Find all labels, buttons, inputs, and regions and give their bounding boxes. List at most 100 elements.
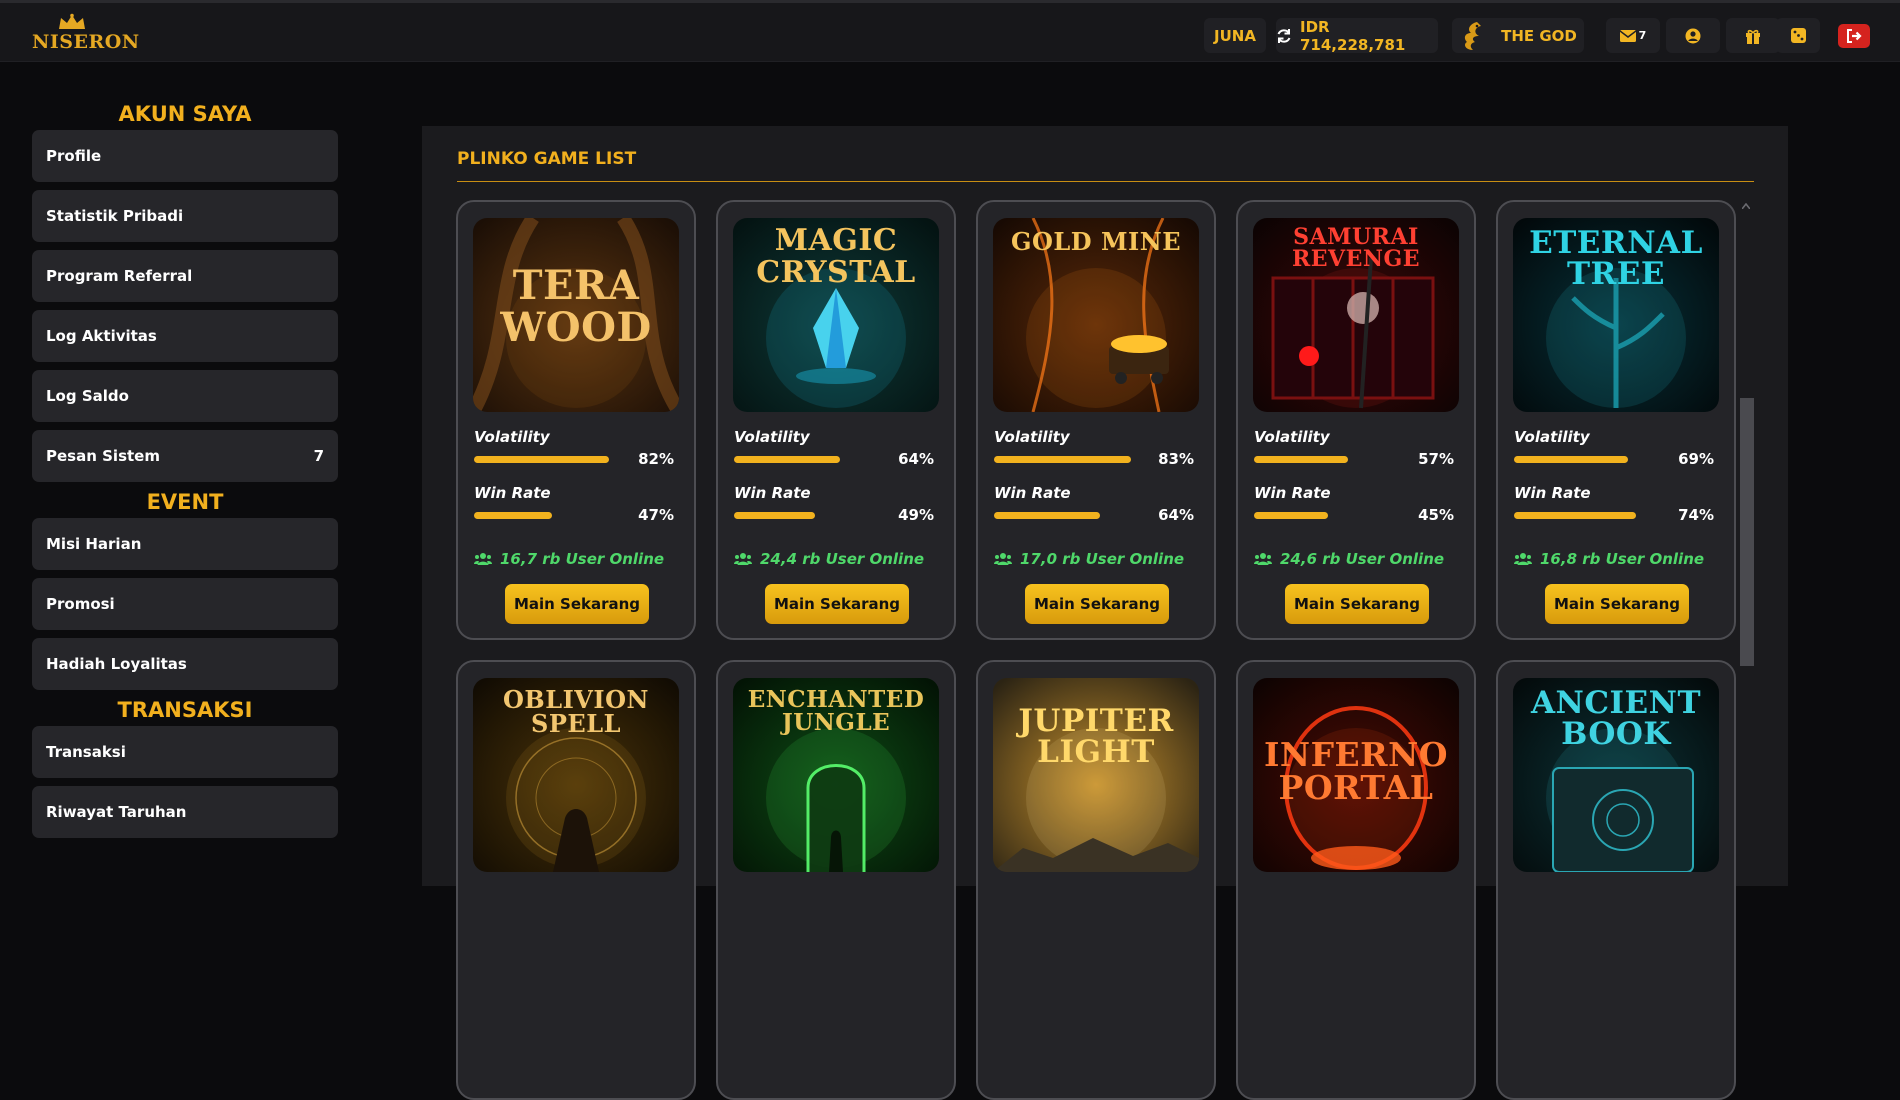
volatility-label: Volatility	[994, 428, 1070, 446]
game-title-line1: ANCIENT	[1530, 685, 1702, 721]
game-thumbnail[interactable]: ETERNAL TREE	[1513, 218, 1719, 412]
game-list-panel: PLINKO GAME LIST TERA WOOD Volatility 82…	[422, 126, 1788, 1100]
sidebar-item-promotions[interactable]: Promosi	[32, 578, 338, 630]
play-now-button[interactable]: Main Sekarang	[1285, 584, 1429, 624]
win-rate-bar	[994, 512, 1100, 519]
game-title-line2: JUNGLE	[781, 709, 891, 736]
game-card[interactable]: JUPITER LIGHT	[976, 660, 1216, 1100]
volatility-bar	[994, 456, 1131, 463]
site-logo[interactable]: NISERON	[32, 13, 140, 57]
game-thumbnail[interactable]: GOLD MINE	[993, 218, 1199, 412]
game-card[interactable]: GOLD MINE Volatility 83% Win Rate 64% 17…	[976, 200, 1216, 640]
sidebar-item-loyalty-rewards[interactable]: Hadiah Loyalitas	[32, 638, 338, 690]
online-users-text: 17,0 rb User Online	[1020, 550, 1185, 568]
game-card[interactable]: ANCIENT BOOK	[1496, 660, 1736, 1100]
volatility-label: Volatility	[1254, 428, 1330, 446]
online-users: 17,0 rb User Online	[994, 550, 1184, 568]
username: JUNA	[1214, 26, 1256, 45]
gift-button[interactable]	[1726, 18, 1780, 53]
username-pill[interactable]: JUNA	[1204, 18, 1266, 53]
volatility-label: Volatility	[734, 428, 810, 446]
game-title-line2: CRYSTAL	[756, 255, 916, 290]
dragon-icon	[1465, 21, 1482, 50]
sidebar-item-label: Misi Harian	[46, 535, 142, 553]
game-title-line1: TERA	[512, 262, 640, 309]
sidebar-item-label: Transaksi	[46, 743, 126, 761]
sidebar-item-label: Log Aktivitas	[46, 327, 157, 345]
sidebar-item-transactions[interactable]: Transaksi	[32, 726, 338, 778]
play-now-button[interactable]: Main Sekarang	[505, 584, 649, 624]
logo-text: NISERON	[32, 31, 140, 53]
game-card[interactable]: TERA WOOD Volatility 82% Win Rate 47% 16…	[456, 200, 696, 640]
play-now-button[interactable]: Main Sekarang	[765, 584, 909, 624]
game-card[interactable]: OBLIVION SPELL	[456, 660, 696, 1100]
game-thumbnail[interactable]: INFERNO PORTAL	[1253, 678, 1459, 872]
sidebar-item-referral[interactable]: Program Referral	[32, 250, 338, 302]
sidebar-item-system-messages[interactable]: Pesan Sistem 7	[32, 430, 338, 482]
title-divider	[457, 181, 1754, 182]
dice-button[interactable]	[1776, 18, 1820, 53]
game-card[interactable]: INFERNO PORTAL	[1236, 660, 1476, 1100]
game-thumbnail[interactable]: OBLIVION SPELL	[473, 678, 679, 872]
game-title-line1: ENCHANTED	[747, 686, 925, 713]
play-now-button[interactable]: Main Sekarang	[1025, 584, 1169, 624]
game-thumbnail[interactable]: TERA WOOD	[473, 218, 679, 412]
game-card[interactable]: SAMURAI REVENGE Volatility 57% Win Rate …	[1236, 200, 1476, 640]
balance-pill[interactable]: IDR 714,228,781	[1276, 18, 1438, 54]
scroll-up-icon[interactable]	[1742, 203, 1750, 209]
game-title-line1: GOLD MINE	[1011, 227, 1181, 256]
section-title-event: EVENT	[146, 490, 224, 514]
dice-icon	[1790, 28, 1806, 43]
game-thumbnail[interactable]: ANCIENT BOOK	[1513, 678, 1719, 872]
mail-icon	[1619, 29, 1636, 42]
rank-pill[interactable]: THE GOD	[1452, 18, 1584, 53]
win-rate-label: Win Rate	[474, 484, 551, 502]
rank-name: THE GOD	[1501, 26, 1577, 45]
game-card[interactable]: ENCHANTED JUNGLE	[716, 660, 956, 1100]
win-rate-bar	[474, 512, 552, 519]
sidebar-item-profile[interactable]: Profile	[32, 130, 338, 182]
users-icon	[994, 553, 1012, 565]
game-title: ENCHANTED JUNGLE	[733, 688, 939, 734]
game-thumbnail[interactable]: JUPITER LIGHT	[993, 678, 1199, 872]
game-card[interactable]: MAGIC CRYSTAL Volatility 64% Win Rate 49…	[716, 200, 956, 640]
game-title: INFERNO PORTAL	[1253, 738, 1459, 804]
win-rate-label: Win Rate	[734, 484, 811, 502]
game-title: SAMURAI REVENGE	[1253, 226, 1459, 270]
message-count-badge: 7	[313, 447, 324, 465]
volatility-bar	[1514, 456, 1628, 463]
game-thumbnail[interactable]: ENCHANTED JUNGLE	[733, 678, 939, 872]
sidebar-item-daily-missions[interactable]: Misi Harian	[32, 518, 338, 570]
volatility-value: 64%	[898, 450, 934, 468]
game-title: JUPITER LIGHT	[993, 706, 1199, 768]
online-users-text: 24,4 rb User Online	[760, 550, 925, 568]
game-title: OBLIVION SPELL	[473, 688, 679, 736]
logout-button[interactable]	[1838, 24, 1870, 48]
scrollbar-thumb[interactable]	[1740, 398, 1754, 666]
sidebar-item-personal-stats[interactable]: Statistik Pribadi	[32, 190, 338, 242]
play-now-button[interactable]: Main Sekarang	[1545, 584, 1689, 624]
sidebar-item-balance-log[interactable]: Log Saldo	[32, 370, 338, 422]
users-icon	[474, 553, 492, 565]
win-rate-value: 49%	[898, 506, 934, 524]
game-card[interactable]: ETERNAL TREE Volatility 69% Win Rate 74%…	[1496, 200, 1736, 640]
sidebar-item-label: Pesan Sistem	[46, 447, 160, 465]
game-title-line1: MAGIC	[774, 223, 898, 258]
messages-button[interactable]: 7	[1606, 18, 1660, 53]
win-rate-bar	[1514, 512, 1636, 519]
logout-icon	[1847, 29, 1862, 43]
section-title-transaction: TRANSAKSI	[117, 698, 253, 722]
win-rate-value: 64%	[1158, 506, 1194, 524]
game-thumbnail[interactable]: MAGIC CRYSTAL	[733, 218, 939, 412]
section-title-account: AKUN SAYA	[118, 102, 252, 126]
game-title-line2: LIGHT	[1037, 734, 1155, 770]
online-users: 24,4 rb User Online	[734, 550, 924, 568]
game-title-line2: BOOK	[1561, 716, 1671, 752]
refresh-icon[interactable]	[1276, 28, 1292, 44]
sidebar-item-activity-log[interactable]: Log Aktivitas	[32, 310, 338, 362]
game-thumbnail[interactable]: SAMURAI REVENGE	[1253, 218, 1459, 412]
sidebar-item-label: Riwayat Taruhan	[46, 803, 187, 821]
online-users-text: 16,7 rb User Online	[500, 550, 665, 568]
profile-button[interactable]	[1666, 18, 1720, 53]
sidebar-item-bet-history[interactable]: Riwayat Taruhan	[32, 786, 338, 838]
